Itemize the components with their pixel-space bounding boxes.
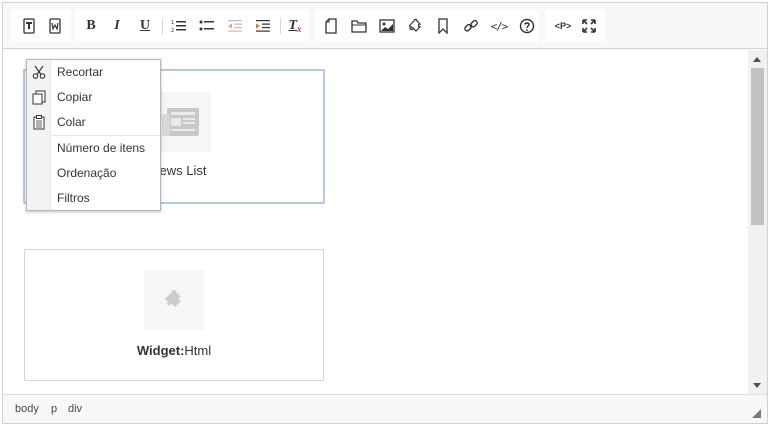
maximize-icon (582, 19, 596, 33)
help-button[interactable] (515, 14, 539, 38)
puzzle-icon (165, 289, 181, 307)
menu-item-item-count[interactable]: Número de itens (27, 136, 160, 161)
copy-icon (31, 89, 47, 105)
source-button[interactable]: </> (487, 14, 511, 38)
menu-item-paste[interactable]: Colar (27, 110, 160, 135)
menu-item-label: Número de itens (57, 141, 146, 155)
remove-format-label: T (288, 18, 298, 33)
indent-button[interactable] (251, 14, 275, 38)
menu-item-label: Recortar (57, 65, 104, 79)
toolbar-group-formatting: B I U 12 Tx (75, 10, 309, 42)
menu-item-label: Filtros (57, 191, 90, 205)
image-button[interactable] (375, 14, 399, 38)
bookmark-icon (438, 18, 448, 34)
menu-item-label: Colar (57, 115, 86, 129)
folder-icon (351, 20, 367, 33)
link-icon (464, 19, 478, 32)
scissors-icon (31, 64, 47, 80)
bold-button[interactable]: B (79, 14, 103, 38)
scroll-thumb[interactable] (751, 68, 764, 225)
show-blocks-button[interactable]: <P> (551, 14, 575, 38)
context-menu: Recortar Copiar Colar Número de itens Or… (26, 59, 161, 211)
paste-word-button[interactable] (43, 14, 67, 38)
outdent-button[interactable] (223, 14, 247, 38)
remove-format-sub: x (297, 24, 302, 34)
new-page-button[interactable] (319, 14, 343, 38)
path-p[interactable]: p (51, 403, 57, 415)
numbered-list-button[interactable]: 12 (167, 14, 191, 38)
editor-toolbar: B I U 12 Tx </> <P> (3, 3, 767, 49)
browse-button[interactable] (347, 14, 371, 38)
toolbar-separator (280, 18, 281, 34)
widget-caption: Widget:Html (25, 343, 323, 358)
toolbar-group-insert: </> (315, 10, 539, 42)
path-div[interactable]: div (68, 403, 82, 415)
menu-item-cut[interactable]: Recortar (27, 60, 160, 85)
bullet-list-icon (199, 20, 214, 31)
word-icon (49, 18, 61, 34)
templates-button[interactable] (17, 14, 41, 38)
anchor-button[interactable] (431, 14, 455, 38)
underline-button[interactable]: U (133, 14, 157, 38)
link-button[interactable] (459, 14, 483, 38)
help-icon (519, 18, 535, 34)
widget-caption-name: Html (184, 343, 212, 358)
menu-item-filters[interactable]: Filtros (27, 186, 160, 211)
toolbar-separator (162, 18, 163, 34)
widget-button[interactable] (403, 14, 427, 38)
svg-text:1: 1 (171, 20, 174, 26)
outdent-icon (228, 20, 242, 32)
resize-handle-icon[interactable] (752, 409, 761, 418)
italic-button[interactable]: I (105, 14, 129, 38)
toolbar-group-view: <P> (545, 10, 605, 42)
svg-text:2: 2 (171, 28, 174, 33)
widget-html[interactable]: Widget:Html (24, 249, 324, 381)
vertical-scrollbar[interactable] (748, 50, 767, 394)
path-body[interactable]: body (15, 403, 39, 415)
toolbar-group-document (11, 10, 71, 42)
scroll-up-arrow-icon[interactable] (753, 57, 761, 62)
menu-item-sorting[interactable]: Ordenação (27, 161, 160, 186)
widget-caption-prefix: Widget: (136, 343, 185, 358)
menu-item-copy[interactable]: Copiar (27, 85, 160, 110)
widget-icon-box (144, 270, 204, 330)
paste-icon (31, 114, 47, 130)
menu-item-label: Ordenação (57, 166, 117, 180)
indent-icon (256, 20, 270, 32)
maximize-button[interactable] (577, 14, 601, 38)
element-path-bar: body p div (3, 394, 767, 423)
bulleted-list-button[interactable] (195, 14, 219, 38)
puzzle-icon (409, 18, 422, 32)
page-template-icon (23, 18, 35, 34)
menu-item-label: Copiar (57, 90, 93, 104)
ordered-list-icon: 12 (171, 20, 186, 33)
news-icon (162, 108, 199, 136)
image-icon (379, 19, 395, 33)
page-icon (325, 18, 337, 34)
remove-format-button[interactable]: Tx (283, 14, 307, 38)
scroll-down-arrow-icon[interactable] (753, 383, 761, 388)
